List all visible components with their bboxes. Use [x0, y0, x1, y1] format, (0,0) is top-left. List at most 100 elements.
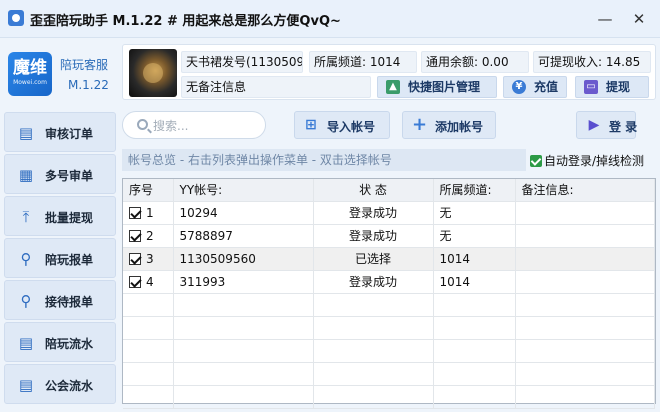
close-button[interactable]: ✕ — [628, 8, 650, 30]
row-index-cell[interactable]: 3 — [123, 247, 174, 271]
empty-cell — [433, 385, 516, 409]
image-manage-label: 快捷图片管理 — [408, 80, 481, 94]
minimize-button[interactable]: — — [594, 8, 616, 30]
search-icon — [137, 119, 148, 130]
sidebar-item-guild-flow[interactable]: ▤ 公会流水 — [4, 364, 116, 404]
row-account: 1130509560 — [173, 247, 314, 271]
empty-cell — [123, 293, 174, 317]
row-index-cell[interactable]: 4 — [123, 270, 174, 294]
empty-row — [123, 316, 655, 340]
wallet-icon: ▭ — [584, 80, 598, 94]
account-withdrawable: 可提现收入: 14.85 — [533, 51, 651, 73]
row-channel: 1014 — [433, 247, 516, 271]
column-header-channel[interactable]: 所属频道: — [433, 179, 516, 202]
column-header-index[interactable]: 序号 — [123, 179, 174, 202]
row-index-cell[interactable]: 1 — [123, 201, 174, 225]
brand-name: 陪玩客服 — [60, 58, 109, 72]
hint-bar: 帐号总览 - 右击列表弹出操作菜单 - 双击选择帐号 — [122, 149, 526, 171]
import-account-button[interactable]: ⊞ 导入帐号 — [294, 111, 390, 139]
sidebar: ▤ 审核订单 ▦ 多号审单 ⤒ 批量提现 ⚲ 陪玩报单 ⚲ 接待报单 ▤ 陪玩流… — [4, 106, 116, 410]
document-icon: ▤ — [18, 124, 34, 142]
table-row[interactable]: 4 311993 登录成功 1014 — [123, 270, 655, 294]
sidebar-item-label: 接待报单 — [45, 295, 94, 309]
plus-icon: + — [412, 114, 428, 135]
row-status: 已选择 — [313, 247, 434, 271]
recharge-button[interactable]: ¥ 充值 — [503, 76, 567, 98]
table-row-selected[interactable]: 3 1130509560 已选择 1014 — [123, 247, 655, 271]
row-checkbox[interactable] — [129, 275, 141, 288]
column-header-note[interactable]: 备注信息: — [515, 179, 655, 202]
account-name: 天书裙发号(1130509560) — [181, 51, 303, 73]
row-index-cell[interactable]: 2 — [123, 224, 174, 248]
image-manage-button[interactable]: ▲ 快捷图片管理 — [377, 76, 497, 98]
logo-subtext: Mowei.com — [13, 79, 47, 86]
checkbox-checked-icon — [530, 155, 542, 167]
empty-cell — [123, 385, 174, 409]
upload-icon: ⤒ — [22, 208, 30, 226]
empty-cell — [173, 362, 314, 386]
app-icon — [8, 10, 24, 26]
logo-text: 魔维 — [13, 58, 47, 78]
empty-row — [123, 339, 655, 363]
sidebar-item-label: 多号审单 — [45, 169, 94, 183]
row-channel: 无 — [433, 201, 516, 225]
sidebar-item-companion-report[interactable]: ⚲ 陪玩报单 — [4, 238, 116, 278]
withdraw-label: 提现 — [606, 80, 631, 94]
row-account: 5788897 — [173, 224, 314, 248]
empty-cell — [515, 339, 655, 363]
row-index: 3 — [146, 251, 154, 266]
empty-row — [123, 362, 655, 386]
sidebar-item-reception-report[interactable]: ⚲ 接待报单 — [4, 280, 116, 320]
sidebar-item-batch-withdraw[interactable]: ⤒ 批量提现 — [4, 196, 116, 236]
search-box[interactable] — [122, 111, 266, 139]
import-icon: ⊞ — [305, 117, 317, 133]
sidebar-item-label: 陪玩流水 — [45, 337, 94, 351]
empty-cell — [433, 362, 516, 386]
sidebar-item-companion-flow[interactable]: ▤ 陪玩流水 — [4, 322, 116, 362]
empty-cell — [313, 316, 434, 340]
auto-login-checkbox[interactable]: 自动登录/掉线检测 — [530, 152, 644, 169]
empty-cell — [123, 362, 174, 386]
empty-cell — [123, 339, 174, 363]
empty-cell — [123, 316, 174, 340]
search-input[interactable] — [153, 117, 253, 135]
recharge-label: 充值 — [534, 80, 559, 94]
row-note — [515, 270, 655, 294]
empty-cell — [515, 362, 655, 386]
user-add-icon: ⚲ — [20, 250, 32, 268]
add-account-button[interactable]: + 添加帐号 — [402, 111, 496, 139]
list-icon: ▦ — [18, 166, 34, 184]
empty-cell — [313, 293, 434, 317]
row-status: 登录成功 — [313, 270, 434, 294]
login-label: 登 录 — [609, 120, 638, 134]
account-note: 无备注信息 — [181, 76, 371, 98]
row-account: 10294 — [173, 201, 314, 225]
empty-cell — [173, 339, 314, 363]
empty-row — [123, 293, 655, 317]
row-checkbox[interactable] — [129, 229, 141, 242]
sidebar-item-multi-review[interactable]: ▦ 多号审单 — [4, 154, 116, 194]
row-account: 311993 — [173, 270, 314, 294]
row-checkbox[interactable] — [129, 206, 141, 219]
withdraw-button[interactable]: ▭ 提现 — [575, 76, 649, 98]
empty-cell — [173, 316, 314, 340]
column-header-account[interactable]: YY帐号: — [173, 179, 314, 202]
sidebar-item-review-orders[interactable]: ▤ 审核订单 — [4, 112, 116, 152]
empty-cell — [515, 293, 655, 317]
table-row[interactable]: 2 5788897 登录成功 无 — [123, 224, 655, 248]
row-status: 登录成功 — [313, 201, 434, 225]
import-account-label: 导入帐号 — [327, 120, 376, 134]
row-checkbox[interactable] — [129, 252, 141, 265]
report-icon: ▤ — [18, 334, 34, 352]
recharge-icon: ¥ — [512, 80, 526, 94]
table-row[interactable]: 1 10294 登录成功 无 — [123, 201, 655, 225]
column-header-status[interactable]: 状 态 — [313, 179, 434, 202]
sidebar-item-label: 批量提现 — [45, 211, 94, 225]
empty-cell — [433, 339, 516, 363]
login-button[interactable]: ▶ 登 录 — [576, 111, 638, 139]
account-table: 序号 YY帐号: 状 态 所属频道: 备注信息: 1 10294 登录成功 无 … — [122, 178, 656, 409]
empty-cell — [433, 293, 516, 317]
brand-panel: 魔维 Mowei.com 陪玩客服 M.1.22 — [0, 44, 118, 100]
title-bar: 歪歪陪玩助手 M.1.22 # 用起来总是那么方便QvQ~ — ✕ — [0, 0, 660, 38]
report-icon: ▤ — [18, 376, 34, 394]
